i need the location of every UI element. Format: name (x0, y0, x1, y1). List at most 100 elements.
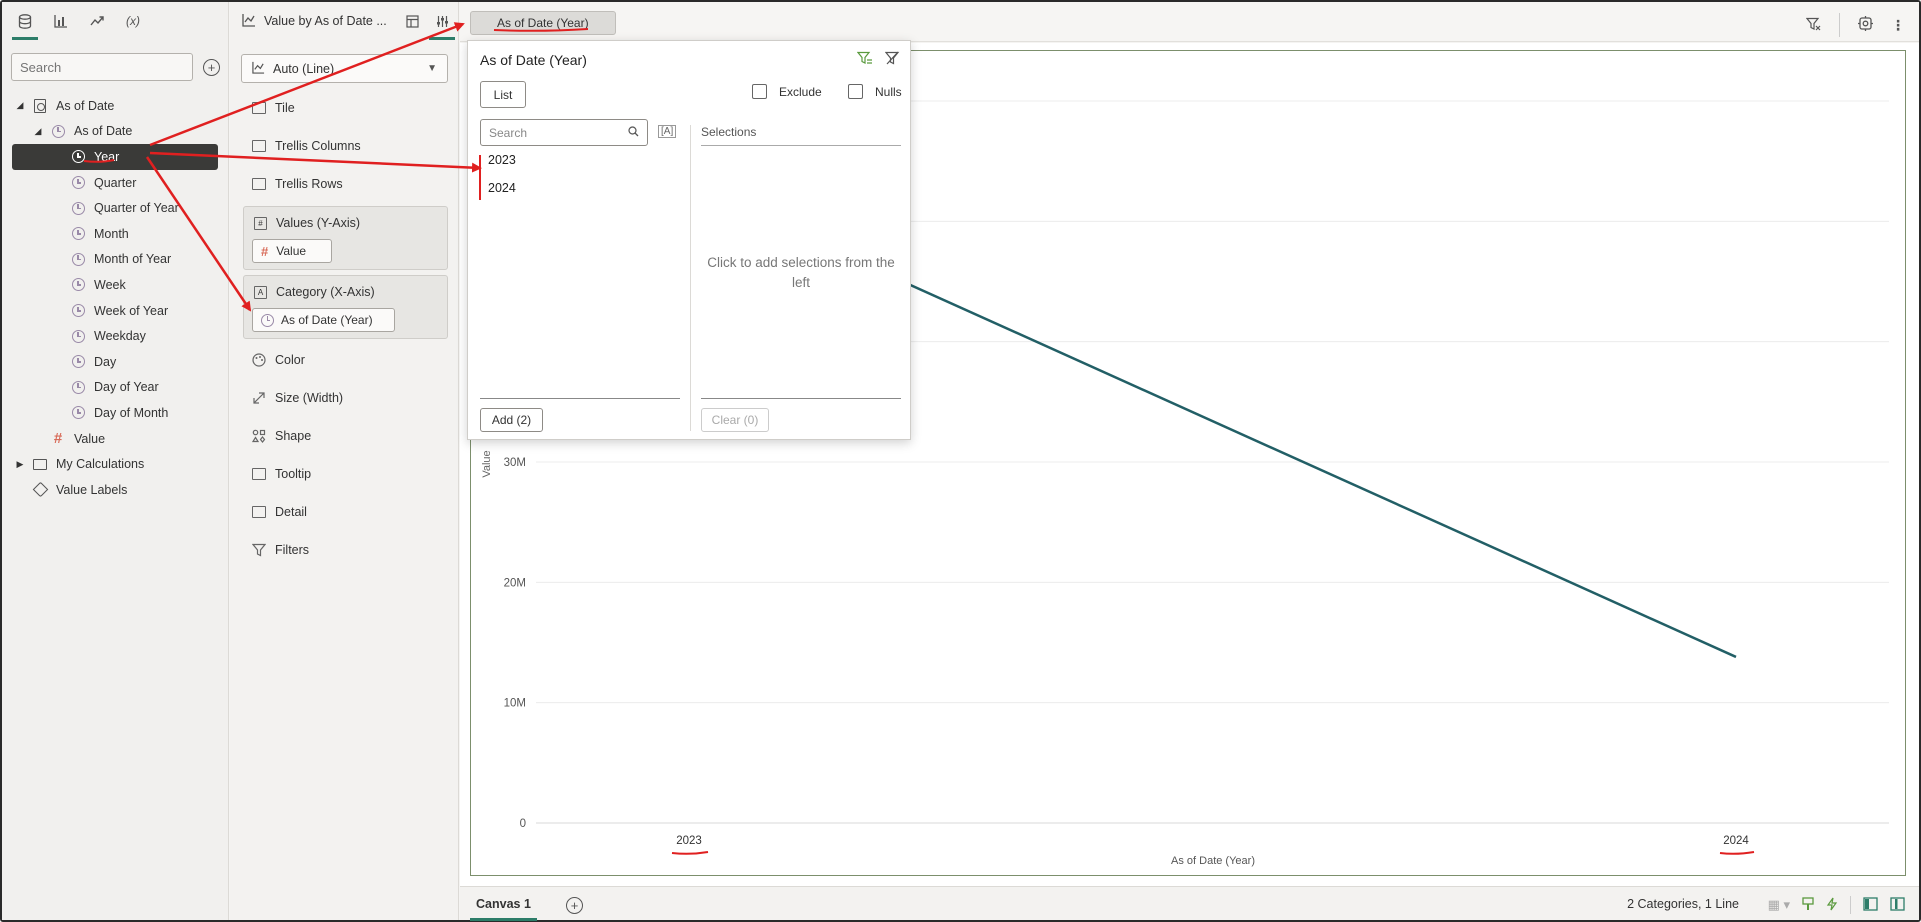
brush-icon[interactable] (1802, 896, 1814, 914)
tree-item-day-of-month[interactable]: Day of Month (2, 400, 228, 426)
nulls-checkbox[interactable]: Nulls (848, 84, 902, 99)
category-chip[interactable]: As of Date (Year) (252, 308, 395, 332)
selections-empty-text: Click to add selections from the left (707, 255, 895, 290)
trend-icon[interactable] (86, 2, 108, 40)
detail-label: Detail (275, 505, 307, 519)
trellis-rows-icon (252, 178, 266, 190)
tree-item-week[interactable]: Week (2, 272, 228, 298)
canvas-tab-1[interactable]: Canvas 1 (470, 887, 537, 921)
trellis-columns-row[interactable]: Trellis Columns (252, 139, 361, 153)
expand-triangle-icon[interactable]: ▶ (14, 459, 26, 470)
viz-type-value: Auto (Line) (273, 61, 335, 76)
popup-search-input[interactable]: Search (480, 119, 648, 146)
selections-bottom-line (701, 398, 901, 399)
tree-item-as-of-date[interactable]: ◢ As of Date (2, 119, 228, 145)
tree-item-value[interactable]: # Value (2, 426, 228, 452)
tree-item-quarter[interactable]: Quarter (2, 170, 228, 196)
clock-icon (70, 226, 86, 242)
more-vertical-icon[interactable]: ⋮ (1891, 17, 1905, 34)
grammar-header: Value by As of Date ... (230, 2, 458, 40)
tile-icon (252, 102, 266, 114)
add-button[interactable]: Add (2) (480, 408, 543, 432)
size-row[interactable]: Size (Width) (252, 391, 343, 405)
tree-item-year[interactable]: Year (12, 144, 218, 170)
detail-icon (252, 506, 266, 518)
add-data-icon[interactable]: + (203, 58, 220, 76)
data-search-input[interactable] (11, 53, 193, 81)
clock-icon (70, 149, 86, 165)
category-drop-zone[interactable]: A Category (X-Axis) As of Date (Year) (243, 275, 448, 339)
filter-toggle-icon[interactable] (1805, 17, 1821, 34)
bar-chart-icon[interactable] (50, 2, 72, 40)
tile-row[interactable]: Tile (252, 101, 295, 115)
tree-item-value-labels[interactable]: Value Labels (2, 477, 228, 503)
tree-item-day[interactable]: Day (2, 349, 228, 375)
collapse-triangle-icon[interactable]: ◢ (32, 126, 44, 137)
footer-divider (1850, 896, 1851, 914)
folder-icon (32, 456, 48, 472)
properties-icon[interactable] (403, 12, 421, 30)
text-a-icon: A (254, 285, 267, 299)
right-panel-toggle-icon[interactable] (1890, 896, 1905, 914)
y-tick-label: 0 (520, 818, 526, 830)
clock-icon (70, 405, 86, 421)
nulls-label: Nulls (875, 84, 902, 99)
tree-item-month[interactable]: Month (2, 221, 228, 247)
tooltip-label: Tooltip (275, 467, 312, 481)
chevron-down-icon: ▼ (427, 63, 437, 74)
clear-button[interactable]: Clear (0) (701, 408, 769, 432)
filter-pill-as-of-date-year[interactable]: As of Date (Year) (470, 11, 616, 35)
lightning-icon[interactable] (1826, 897, 1838, 914)
clock-icon (261, 313, 274, 327)
hash-box-icon: # (254, 216, 267, 230)
tooltip-row[interactable]: Tooltip (252, 467, 311, 481)
values-drop-zone[interactable]: # Values (Y-Axis) # Value (243, 206, 448, 270)
resize-icon (252, 391, 266, 405)
line-chart-icon (242, 13, 256, 30)
list-item-2023[interactable]: 2023 (488, 153, 516, 167)
exclude-checkbox-box[interactable] (752, 84, 767, 99)
filter-settings-icon[interactable] (856, 51, 873, 68)
tree-item-month-of-year[interactable]: Month of Year (2, 247, 228, 273)
shape-row[interactable]: Shape (252, 429, 311, 443)
grammar-settings-icon[interactable] (429, 12, 455, 40)
exclude-checkbox[interactable]: Exclude (752, 84, 822, 99)
tree-item-weekday[interactable]: Weekday (2, 323, 228, 349)
filter-bar: As of Date (Year) ⋮ (460, 2, 1919, 42)
collapse-triangle-icon[interactable]: ◢ (14, 100, 26, 111)
clock-icon (70, 354, 86, 370)
popup-header-icons (856, 51, 900, 68)
tree-item-week-of-year[interactable]: Week of Year (2, 298, 228, 324)
tree-item-day-of-year[interactable]: Day of Year (2, 375, 228, 401)
layout-icon[interactable]: ▦ ▾ (1768, 897, 1790, 913)
add-canvas-icon[interactable]: + (566, 897, 583, 914)
color-row[interactable]: Color (252, 353, 305, 367)
list-button[interactable]: List (480, 81, 526, 108)
database-icon[interactable] (12, 2, 38, 40)
category-chip-label: As of Date (Year) (281, 313, 373, 327)
left-panel-toggle-icon[interactable] (1863, 896, 1878, 914)
list-item-2024[interactable]: 2024 (488, 181, 516, 195)
data-tree: ◢ As of Date ◢ As of Date Year Quarter Q… (2, 93, 228, 503)
value-chip[interactable]: # Value (252, 239, 332, 263)
size-label: Size (Width) (275, 391, 344, 405)
clock-icon (70, 379, 86, 395)
tree-item-quarter-of-year[interactable]: Quarter of Year (2, 195, 228, 221)
calculation-tab[interactable]: (x) (122, 2, 144, 40)
tree-item-label: As of Date (74, 124, 133, 139)
detail-row[interactable]: Detail (252, 505, 307, 519)
trellis-rows-row[interactable]: Trellis Rows (252, 177, 343, 191)
clock-icon (70, 303, 86, 319)
sort-az-icon[interactable]: [A] (658, 125, 677, 138)
tree-item-dataset[interactable]: ◢ As of Date (2, 93, 228, 119)
clear-filter-icon[interactable] (884, 51, 900, 68)
settings-icon[interactable] (1858, 16, 1873, 34)
filters-row[interactable]: Filters (252, 543, 309, 557)
tree-item-label: Quarter (94, 175, 137, 190)
viz-type-select[interactable]: Auto (Line) ▼ (241, 54, 448, 83)
hash-icon: # (261, 243, 269, 259)
tag-icon (32, 481, 48, 498)
tree-item-my-calculations[interactable]: ▶ My Calculations (2, 451, 228, 477)
nulls-checkbox-box[interactable] (848, 84, 863, 99)
tree-item-label: Week of Year (94, 303, 169, 318)
